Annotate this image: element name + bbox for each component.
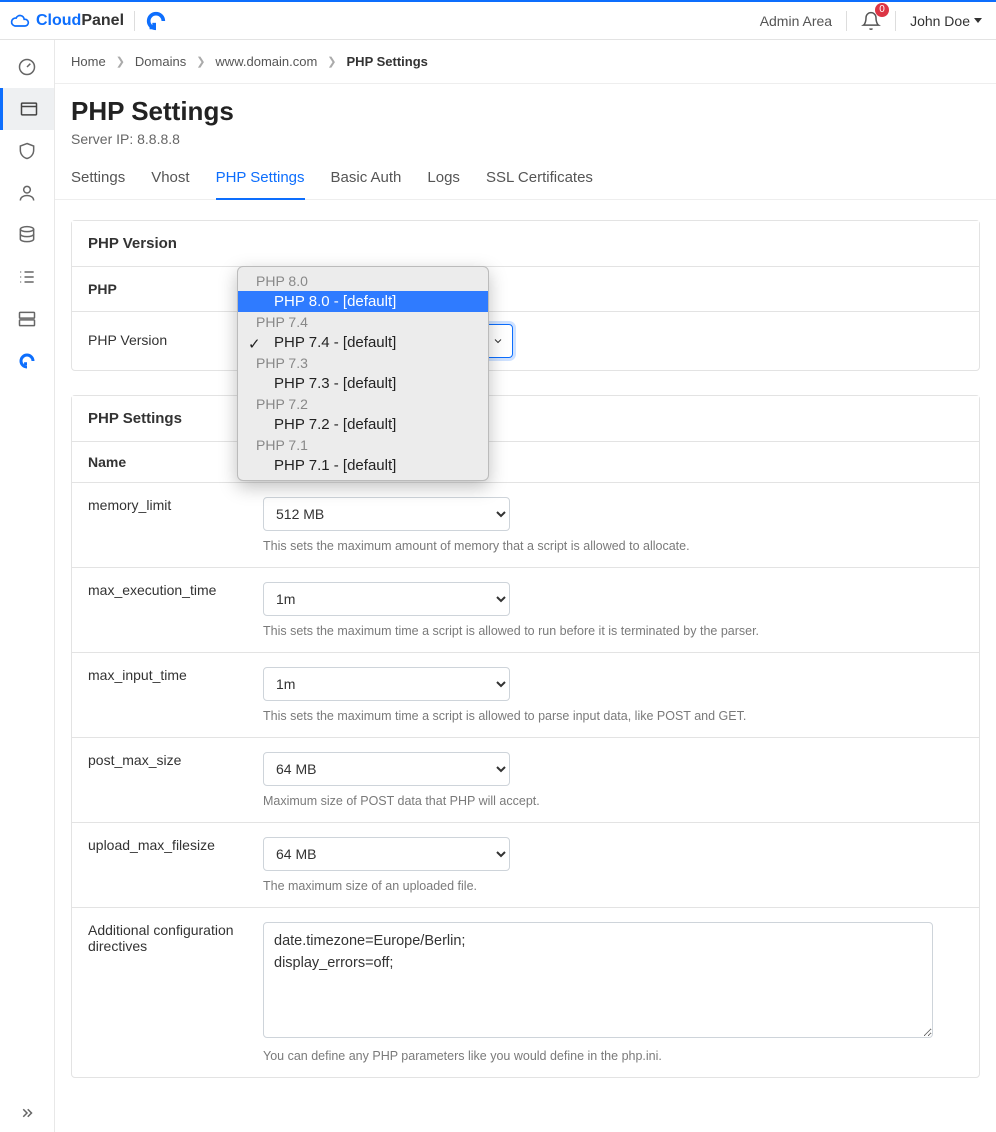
card-header: PHP Settings <box>72 396 979 442</box>
database-icon <box>17 225 37 245</box>
php-settings-card: PHP Settings Name Value memory_limit512 … <box>71 395 980 1078</box>
sidebar-item-users[interactable] <box>0 172 54 214</box>
user-icon <box>17 183 37 203</box>
breadcrumb: Home ❯ Domains ❯ www.domain.com ❯ PHP Se… <box>55 40 996 84</box>
sidebar-item-dashboard[interactable] <box>0 46 54 88</box>
setting-help: The maximum size of an uploaded file. <box>263 879 963 893</box>
dropdown-group-label: PHP 7.3 <box>238 353 488 373</box>
setting-help: Maximum size of POST data that PHP will … <box>263 794 963 808</box>
tab-php-settings[interactable]: PHP Settings <box>216 169 305 200</box>
dropdown-group-label: PHP 7.4 <box>238 312 488 332</box>
card-header: PHP Version <box>72 221 979 267</box>
tab-basic-auth[interactable]: Basic Auth <box>331 169 402 199</box>
setting-select-upload_max_filesize[interactable]: 64 MB <box>263 837 510 871</box>
chevron-right-icon: ❯ <box>196 55 205 68</box>
user-menu[interactable]: John Doe <box>910 13 982 29</box>
setting-select-max_execution_time[interactable]: 1m <box>263 582 510 616</box>
window-icon <box>19 99 39 119</box>
admin-area-link[interactable]: Admin Area <box>760 13 832 29</box>
breadcrumb-item[interactable]: Domains <box>135 54 186 69</box>
divider <box>134 11 135 31</box>
dropdown-item[interactable]: PHP 8.0 - [default] <box>238 291 488 312</box>
cloud-icon <box>10 11 30 31</box>
page-title: PHP Settings <box>71 96 980 127</box>
php-version-dropdown: PHP 8.0PHP 8.0 - [default]PHP 7.4✓PHP 7.… <box>237 266 489 481</box>
server-ip: Server IP: 8.8.8.8 <box>71 131 980 147</box>
tabs: Settings Vhost PHP Settings Basic Auth L… <box>55 151 996 200</box>
breadcrumb-item[interactable]: www.domain.com <box>215 54 317 69</box>
dropdown-group-label: PHP 7.1 <box>238 435 488 455</box>
setting-select-post_max_size[interactable]: 64 MB <box>263 752 510 786</box>
setting-name: max_input_time <box>88 667 263 723</box>
divider <box>846 11 847 31</box>
sidebar-item-server[interactable] <box>0 298 54 340</box>
setting-help: This sets the maximum time a script is a… <box>263 624 963 638</box>
logo-text-cloud: Cloud <box>36 12 81 29</box>
php-version-card: PHP Version PHP PHP Version PHP <box>71 220 980 371</box>
tab-ssl[interactable]: SSL Certificates <box>486 169 593 199</box>
chevron-right-icon: ❯ <box>116 55 125 68</box>
server-icon <box>17 309 37 329</box>
list-icon <box>17 267 37 287</box>
settings-row: memory_limit512 MB This sets the maximum … <box>72 482 979 567</box>
sidebar-item-security[interactable] <box>0 130 54 172</box>
check-icon: ✓ <box>248 335 261 353</box>
sidebar-collapse[interactable] <box>0 1104 54 1122</box>
setting-help: You can define any PHP parameters like y… <box>263 1049 963 1063</box>
sidebar-item-databases[interactable] <box>0 214 54 256</box>
sidebar-item-cron[interactable] <box>0 256 54 298</box>
logo[interactable]: CloudPanel <box>10 11 124 31</box>
notifications-button[interactable]: 0 <box>861 11 881 31</box>
settings-row: upload_max_filesize64 MB The maximum size… <box>72 822 979 907</box>
additional-directives-textarea[interactable] <box>263 922 933 1038</box>
setting-help: This sets the maximum amount of memory t… <box>263 539 963 553</box>
caret-down-icon <box>974 18 982 23</box>
php-version-row-label: PHP Version <box>72 312 247 370</box>
divider <box>895 11 896 31</box>
dropdown-item[interactable]: PHP 7.3 - [default] <box>238 373 488 394</box>
notification-badge: 0 <box>875 3 889 17</box>
breadcrumb-item-active: PHP Settings <box>347 54 428 69</box>
dropdown-item[interactable]: ✓PHP 7.4 - [default] <box>238 332 488 353</box>
setting-help: This sets the maximum time a script is a… <box>263 709 963 723</box>
topbar: CloudPanel Admin Area 0 John Doe <box>0 0 996 40</box>
setting-name: post_max_size <box>88 752 263 808</box>
sidebar-item-services[interactable] <box>0 340 54 382</box>
user-name: John Doe <box>910 13 970 29</box>
dropdown-group-label: PHP 7.2 <box>238 394 488 414</box>
sidebar <box>0 40 55 1132</box>
setting-select-memory_limit[interactable]: 512 MB <box>263 497 510 531</box>
settings-row: max_input_time1m This sets the maximum ti… <box>72 652 979 737</box>
chevron-down-icon <box>492 335 504 347</box>
digitalocean-icon <box>17 351 37 371</box>
chevrons-right-icon <box>18 1104 36 1122</box>
setting-name: Additional configuration directives <box>88 922 263 1063</box>
setting-name: upload_max_filesize <box>88 837 263 893</box>
sidebar-item-sites[interactable] <box>0 88 54 130</box>
logo-text-panel: Panel <box>81 12 124 29</box>
shield-icon <box>17 141 37 161</box>
tab-logs[interactable]: Logs <box>427 169 460 199</box>
setting-select-max_input_time[interactable]: 1m <box>263 667 510 701</box>
breadcrumb-item[interactable]: Home <box>71 54 106 69</box>
dropdown-item[interactable]: PHP 7.2 - [default] <box>238 414 488 435</box>
setting-name: memory_limit <box>88 497 263 553</box>
dropdown-group-label: PHP 8.0 <box>238 271 488 291</box>
gauge-icon <box>17 57 37 77</box>
tab-settings[interactable]: Settings <box>71 169 125 199</box>
setting-name: max_execution_time <box>88 582 263 638</box>
settings-row: post_max_size64 MB Maximum size of POST d… <box>72 737 979 822</box>
digitalocean-icon[interactable] <box>145 10 167 32</box>
dropdown-item[interactable]: PHP 7.1 - [default] <box>238 455 488 476</box>
settings-row: max_execution_time1m This sets the maximu… <box>72 567 979 652</box>
main: Home ❯ Domains ❯ www.domain.com ❯ PHP Se… <box>55 40 996 1132</box>
php-version-col-header: PHP <box>72 267 247 312</box>
tab-vhost[interactable]: Vhost <box>151 169 189 199</box>
chevron-right-icon: ❯ <box>327 55 336 68</box>
